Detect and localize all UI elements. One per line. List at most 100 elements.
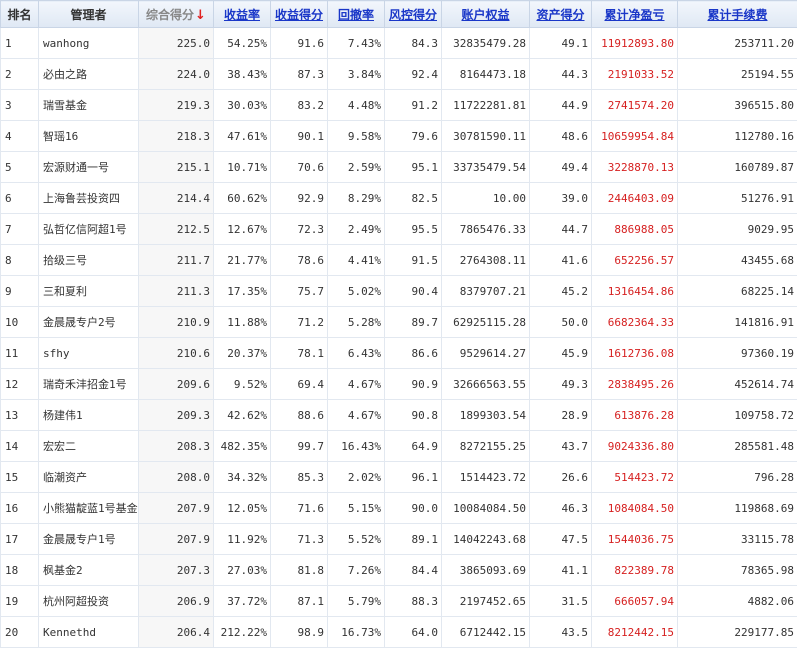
cell-rank: 8 [1,245,39,276]
cell-return-rate: 10.71% [214,152,271,183]
header-return-score[interactable]: 收益得分 [271,1,328,28]
cell-drawdown: 4.67% [328,369,385,400]
cell-cum-pnl: 822389.78 [592,555,678,586]
cell-manager: 弘哲亿信阿超1号 [39,214,139,245]
cell-rank: 9 [1,276,39,307]
cell-return-rate: 20.37% [214,338,271,369]
cell-composite-score: 212.5 [139,214,214,245]
cell-composite-score: 211.3 [139,276,214,307]
cell-rank: 7 [1,214,39,245]
cell-return-rate: 12.67% [214,214,271,245]
cell-return-score: 72.3 [271,214,328,245]
cell-drawdown: 4.41% [328,245,385,276]
cell-return-score: 91.6 [271,28,328,59]
header-equity[interactable]: 账户权益 [442,1,530,28]
cell-return-score: 81.8 [271,555,328,586]
cell-equity: 10084084.50 [442,493,530,524]
cell-return-rate: 9.52% [214,369,271,400]
cell-asset-score: 48.6 [530,121,592,152]
cell-manager: 小熊猫靛蓝1号基金 [39,493,139,524]
cell-cum-pnl: 3228870.13 [592,152,678,183]
cell-equity: 33735479.54 [442,152,530,183]
cell-risk-score: 89.1 [385,524,442,555]
cell-asset-score: 49.1 [530,28,592,59]
cell-asset-score: 49.3 [530,369,592,400]
cell-equity: 3865093.69 [442,555,530,586]
cell-cum-fee: 97360.19 [678,338,797,369]
cell-cum-pnl: 514423.72 [592,462,678,493]
cell-asset-score: 39.0 [530,183,592,214]
cell-cum-pnl: 2446403.09 [592,183,678,214]
cell-rank: 11 [1,338,39,369]
header-asset-score[interactable]: 资产得分 [530,1,592,28]
cell-return-score: 71.2 [271,307,328,338]
cell-equity: 32666563.55 [442,369,530,400]
cell-manager: 枫基金2 [39,555,139,586]
cell-drawdown: 7.43% [328,28,385,59]
cell-manager: 拾级三号 [39,245,139,276]
cell-cum-fee: 160789.87 [678,152,797,183]
cell-drawdown: 5.15% [328,493,385,524]
cell-rank: 13 [1,400,39,431]
header-risk-score[interactable]: 风控得分 [385,1,442,28]
cell-manager: 杭州阿超投资 [39,586,139,617]
cell-composite-score: 206.9 [139,586,214,617]
cell-return-score: 75.7 [271,276,328,307]
cell-cum-fee: 112780.16 [678,121,797,152]
cell-risk-score: 91.5 [385,245,442,276]
cell-rank: 15 [1,462,39,493]
cell-equity: 2197452.65 [442,586,530,617]
cell-rank: 5 [1,152,39,183]
cell-manager: 瑞雪基金 [39,90,139,121]
cell-manager: 宏源财通一号 [39,152,139,183]
cell-drawdown: 5.52% [328,524,385,555]
cell-manager: 三和夏利 [39,276,139,307]
header-row: 排名 管理者 综合得分↓ 收益率 收益得分 回撤率 风控得分 账户权益 资产得分… [1,1,797,28]
cell-return-rate: 21.77% [214,245,271,276]
cell-drawdown: 9.58% [328,121,385,152]
table-row: 8拾级三号211.721.77%78.64.41%91.52764308.114… [1,245,797,276]
cell-cum-pnl: 1084084.50 [592,493,678,524]
header-return-rate[interactable]: 收益率 [214,1,271,28]
header-drawdown[interactable]: 回撤率 [328,1,385,28]
cell-asset-score: 44.9 [530,90,592,121]
cell-return-score: 92.9 [271,183,328,214]
header-cum-pnl[interactable]: 累计净盈亏 [592,1,678,28]
cell-return-score: 99.7 [271,431,328,462]
table-row: 15临潮资产208.034.32%85.32.02%96.11514423.72… [1,462,797,493]
header-cum-fee[interactable]: 累计手续费 [678,1,797,28]
table-row: 6上海鲁芸投资四214.460.62%92.98.29%82.510.0039.… [1,183,797,214]
cell-cum-fee: 109758.72 [678,400,797,431]
cell-cum-fee: 141816.91 [678,307,797,338]
cell-cum-pnl: 613876.28 [592,400,678,431]
cell-asset-score: 31.5 [530,586,592,617]
cell-manager: 金晨晟专户1号 [39,524,139,555]
cell-return-score: 90.1 [271,121,328,152]
cell-composite-score: 214.4 [139,183,214,214]
cell-risk-score: 90.4 [385,276,442,307]
cell-equity: 8164473.18 [442,59,530,90]
cell-risk-score: 95.5 [385,214,442,245]
table-row: 14宏宏二208.3482.35%99.716.43%64.98272155.2… [1,431,797,462]
cell-return-rate: 11.92% [214,524,271,555]
cell-rank: 16 [1,493,39,524]
table-row: 2必由之路224.038.43%87.33.84%92.48164473.184… [1,59,797,90]
cell-return-score: 87.1 [271,586,328,617]
cell-risk-score: 64.9 [385,431,442,462]
cell-return-rate: 38.43% [214,59,271,90]
cell-risk-score: 95.1 [385,152,442,183]
cell-cum-fee: 43455.68 [678,245,797,276]
cell-cum-fee: 78365.98 [678,555,797,586]
cell-rank: 10 [1,307,39,338]
cell-drawdown: 2.02% [328,462,385,493]
cell-asset-score: 28.9 [530,400,592,431]
header-composite-score[interactable]: 综合得分↓ [139,1,214,28]
cell-composite-score: 211.7 [139,245,214,276]
cell-asset-score: 26.6 [530,462,592,493]
cell-risk-score: 84.4 [385,555,442,586]
cell-cum-pnl: 666057.94 [592,586,678,617]
cell-drawdown: 2.59% [328,152,385,183]
cell-asset-score: 47.5 [530,524,592,555]
cell-equity: 9529614.27 [442,338,530,369]
cell-composite-score: 207.9 [139,524,214,555]
